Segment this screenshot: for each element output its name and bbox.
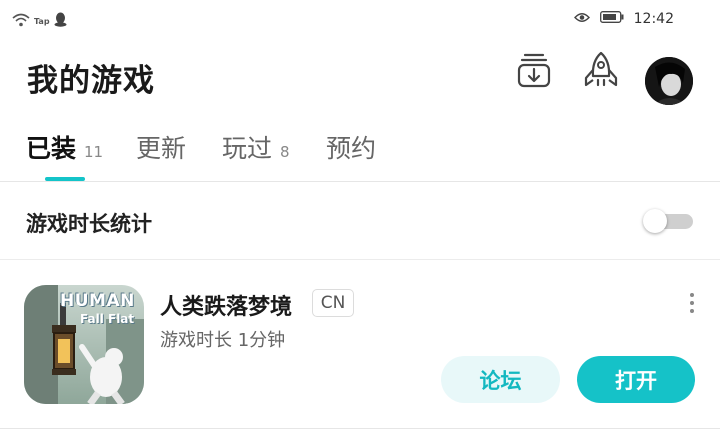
more-dot [690, 301, 694, 305]
download-manager-button[interactable] [513, 50, 555, 94]
game-icon[interactable]: HUMAN Fall Flat [24, 285, 144, 404]
playtime-stats-label: 游戏时长统计 [26, 212, 152, 236]
status-left: Tap [12, 12, 67, 31]
open-game-button[interactable]: 打开 [577, 356, 695, 403]
game-booster-button[interactable] [580, 50, 622, 94]
qq-penguin-icon [54, 12, 67, 31]
page-title: 我的游戏 [27, 63, 155, 99]
tab-label: 已装 [26, 134, 77, 163]
game-icon-logo-line2: Fall Flat [80, 312, 135, 326]
wifi-icon [12, 12, 30, 31]
tab-bar: 已装 11 更新 玩过 8 预约 [0, 125, 720, 182]
tab-label: 预约 [326, 134, 377, 163]
tab-count: 8 [280, 143, 290, 161]
tab-label: 玩过 [222, 134, 273, 163]
game-icon-logo-line1: HUMAN [60, 291, 135, 311]
carrier-badge: Tap [34, 17, 50, 26]
rocket-icon [582, 50, 620, 94]
eye-icon [573, 11, 590, 27]
status-right: 12:42 [573, 11, 674, 27]
battery-icon [599, 11, 624, 27]
game-title[interactable]: 人类跌落梦境 [160, 289, 292, 321]
game-playtime: 游戏时长 1分钟 [160, 330, 286, 351]
tab-played[interactable]: 玩过 8 [222, 129, 290, 165]
region-badge: CN [312, 289, 354, 317]
game-card: HUMAN Fall Flat 人类跌落梦境 CN 游戏时长 1分钟 论坛 打开 [0, 261, 720, 429]
clock-time: 12:42 [633, 11, 674, 27]
tab-installed[interactable]: 已装 11 [26, 129, 103, 165]
toggle-knob [643, 209, 667, 233]
more-dot [690, 309, 694, 313]
more-dot [690, 293, 694, 297]
tab-updates[interactable]: 更新 [136, 129, 186, 165]
playtime-stats-toggle[interactable] [643, 209, 693, 233]
download-tray-icon [516, 51, 552, 93]
tab-reserved[interactable]: 预约 [326, 129, 376, 165]
tab-label: 更新 [136, 134, 187, 163]
status-bar: Tap 12:42 [0, 0, 720, 40]
avatar[interactable] [645, 57, 693, 105]
active-tab-indicator [45, 177, 85, 181]
forum-button[interactable]: 论坛 [441, 356, 560, 403]
playtime-stats-row: 游戏时长统计 [0, 183, 720, 260]
more-options-button[interactable] [680, 291, 704, 315]
tab-count: 11 [84, 143, 104, 161]
